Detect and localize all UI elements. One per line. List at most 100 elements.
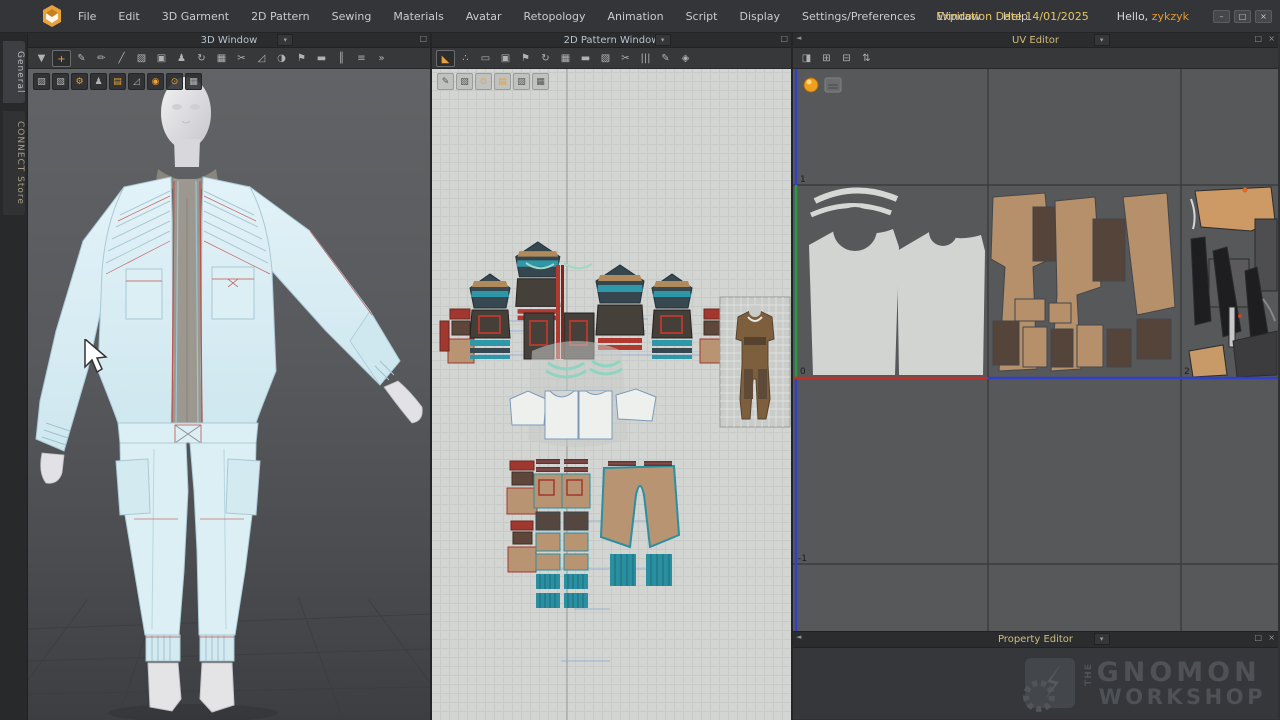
uv-editor-toolbar: ◨⊞⊟⇅ [793, 48, 1278, 69]
gnomon-line2: WORKSHOP [1099, 687, 1266, 708]
restore-button[interactable]: □ [1234, 10, 1251, 23]
menu-retopology[interactable]: Retopology [524, 10, 586, 23]
show-avatar-icon[interactable]: ♟ [90, 73, 107, 90]
pin-tool-icon[interactable]: ⚑ [292, 50, 311, 67]
edit-pattern-icon[interactable]: ∴ [456, 50, 475, 67]
iron-tool-icon[interactable]: ▬ [576, 50, 595, 67]
uv-label-0: 0 [800, 367, 806, 377]
property-editor-dropdown-icon[interactable]: ▾ [1094, 633, 1110, 645]
uv-label-minus1: -1 [798, 554, 807, 564]
image-tool-icon[interactable]: ▣ [496, 50, 515, 67]
uv-label-2: 2 [1184, 367, 1190, 377]
show-board-icon[interactable]: ▦ [185, 73, 202, 90]
greeting-prefix: Hello, [1117, 10, 1148, 23]
simulate-icon[interactable]: ▼ [32, 50, 51, 67]
uv-pattern-snapshot-icon[interactable]: ⊞ [817, 50, 836, 67]
uv-arrange-icon[interactable]: ⇅ [857, 50, 876, 67]
texture-image-icon[interactable]: ▣ [152, 50, 171, 67]
property-editor-title: Property Editor [793, 634, 1278, 645]
pin-2d-icon[interactable]: ⚑ [516, 50, 535, 67]
panel-2d-header: 2D Pattern Window ▾ □ [432, 33, 791, 48]
panel-uv-editor: ◄ UV Editor ▾ □ × ◨⊞⊟⇅ [793, 33, 1278, 632]
gnomon-workshop-logo: THE GNOMON WORKSHOP [1021, 654, 1266, 712]
panel-3d-float-icon[interactable]: □ [419, 34, 427, 43]
more-tools-icon[interactable]: » [372, 50, 391, 67]
show-garment-icon[interactable]: ▧ [52, 73, 69, 90]
uv-editor-close-icon[interactable]: × [1268, 34, 1275, 43]
uv-snapshot-icon[interactable]: ◨ [797, 50, 816, 67]
minimize-button[interactable]: – [1213, 10, 1230, 23]
sync-icon[interactable]: ⚙ [71, 73, 88, 90]
sewing-tool-icon[interactable]: ▧ [596, 50, 615, 67]
polygon-pattern-icon[interactable]: ▭ [476, 50, 495, 67]
arrangement-points-icon[interactable]: ▧ [132, 50, 151, 67]
panel-3d-toolbar: ▼+✎✏╱▧▣♟↻▦✂◿◑⚑▬║≡» [28, 48, 430, 69]
window-controls: – □ × [1213, 10, 1272, 23]
show-head-icon[interactable]: ◉ [147, 73, 164, 90]
menu-edit[interactable]: Edit [118, 10, 139, 23]
menu-script[interactable]: Script [686, 10, 718, 23]
steamer-icon[interactable]: ▦ [532, 73, 549, 90]
tab-connect-store[interactable]: CONNECT Store [3, 111, 25, 215]
menu-avatar[interactable]: Avatar [466, 10, 502, 23]
left-tab-strip: General CONNECT Store [0, 33, 28, 720]
panel-2d-dropdown-icon[interactable]: ▾ [655, 34, 671, 46]
free-sewing-tool-icon[interactable]: ✂ [616, 50, 635, 67]
menu-bar: File Edit 3D Garment 2D Pattern Sewing Materi… [0, 0, 1280, 33]
rotate-2d-icon[interactable]: ↻ [536, 50, 555, 67]
grid-2d-icon[interactable]: ▦ [556, 50, 575, 67]
menu-2d-pattern[interactable]: 2D Pattern [251, 10, 310, 23]
property-editor-float-icon[interactable]: □ [1254, 633, 1262, 642]
show-fabric-icon[interactable]: ▨ [33, 73, 50, 90]
select-brush-icon[interactable]: ✏ [92, 50, 111, 67]
close-button[interactable]: × [1255, 10, 1272, 23]
pattern-paper-icon[interactable]: ▤ [494, 73, 511, 90]
menu-3d-garment[interactable]: 3D Garment [162, 10, 229, 23]
shirt-outline-icon[interactable]: ▨ [513, 73, 530, 90]
menu-file[interactable]: File [78, 10, 96, 23]
grid-tool-icon[interactable]: ▦ [212, 50, 231, 67]
shirt-2d-icon[interactable]: ▧ [456, 73, 473, 90]
rotate-tool-icon[interactable]: ↻ [192, 50, 211, 67]
menu-materials[interactable]: Materials [393, 10, 443, 23]
menu-settings-preferences[interactable]: Settings/Preferences [802, 10, 916, 23]
uv-editor-header: ◄ UV Editor ▾ □ × [793, 33, 1278, 48]
uv-editor-float-icon[interactable]: □ [1254, 34, 1262, 43]
uv-overlay-toggles[interactable] [804, 78, 841, 92]
app-logo-icon[interactable] [40, 4, 64, 28]
ring-tool-icon[interactable]: ◑ [272, 50, 291, 67]
show-pattern-icon[interactable]: ▤ [109, 73, 126, 90]
uv-editor-dropdown-icon[interactable]: ▾ [1094, 34, 1110, 46]
select-move-icon[interactable]: + [52, 50, 71, 67]
garment-tool-icon[interactable]: ◈ [676, 50, 695, 67]
menu-sewing[interactable]: Sewing [332, 10, 372, 23]
bar-tool-icon[interactable]: ║ [332, 50, 351, 67]
property-editor-close-icon[interactable]: × [1268, 633, 1275, 642]
pen-3d-icon[interactable]: ╱ [112, 50, 131, 67]
panel-2d-overlay-toggles: ✎▧⊙▤▨▦ [437, 73, 549, 90]
panel-2d-float-icon[interactable]: □ [780, 34, 788, 43]
menu-display[interactable]: Display [739, 10, 780, 23]
pen-2d-icon[interactable]: ✎ [437, 73, 454, 90]
scissors-tool-icon[interactable]: ✂ [232, 50, 251, 67]
uv-label-1: 1 [800, 175, 806, 185]
username-link[interactable]: zykzyk [1152, 10, 1189, 23]
info-icon[interactable]: ⊙ [475, 73, 492, 90]
shoe-tool-icon[interactable]: ◿ [252, 50, 271, 67]
transform-pattern-icon[interactable]: ◣ [436, 50, 455, 67]
select-mesh-icon[interactable]: ✎ [72, 50, 91, 67]
panel-3d-dropdown-icon[interactable]: ▾ [277, 34, 293, 46]
trace-tool-icon[interactable]: ✎ [656, 50, 675, 67]
board-tool-icon[interactable]: ▬ [312, 50, 331, 67]
pleats-tool-icon[interactable]: ||| [636, 50, 655, 67]
uv-pack-icon[interactable]: ⊟ [837, 50, 856, 67]
show-shoes-icon[interactable]: ◿ [128, 73, 145, 90]
panel-property-editor: ◄ Property Editor ▾ □ × [793, 632, 1278, 648]
menu-animation[interactable]: Animation [607, 10, 663, 23]
uv-layout: 1 0 2 -1 [793, 69, 1278, 631]
stitch-tool-icon[interactable]: ≡ [352, 50, 371, 67]
avatar-thumbnail[interactable] [720, 297, 790, 427]
show-light-icon[interactable]: ⊙ [166, 73, 183, 90]
avatar-tool-icon[interactable]: ♟ [172, 50, 191, 67]
tab-general[interactable]: General [3, 41, 25, 103]
